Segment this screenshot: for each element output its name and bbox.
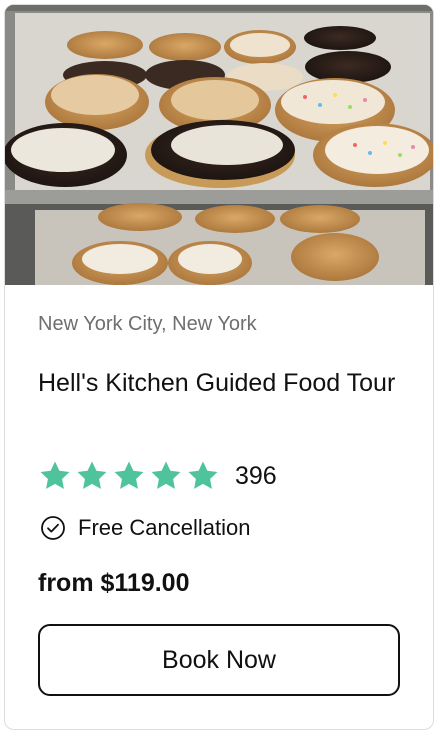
rating: 396 [38, 459, 277, 493]
tour-card[interactable]: New York City, New York Hell's Kitchen G… [4, 4, 434, 730]
book-now-button[interactable]: Book Now [38, 624, 400, 696]
check-circle-icon [41, 516, 65, 540]
star-icon [77, 461, 107, 489]
star-icon [151, 461, 181, 489]
cookies-image [5, 5, 433, 285]
star-icon [40, 461, 70, 489]
tour-title[interactable]: Hell's Kitchen Guided Food Tour [38, 362, 398, 404]
tour-location: New York City, New York [38, 313, 257, 335]
star-icon [114, 461, 144, 489]
star-icon [188, 461, 218, 489]
tour-photo[interactable] [5, 5, 433, 285]
price: from $119.00 [38, 569, 190, 597]
free-cancellation: Free Cancellation [40, 515, 250, 541]
cancellation-text: Free Cancellation [78, 515, 251, 540]
review-count: 396 [235, 461, 277, 490]
